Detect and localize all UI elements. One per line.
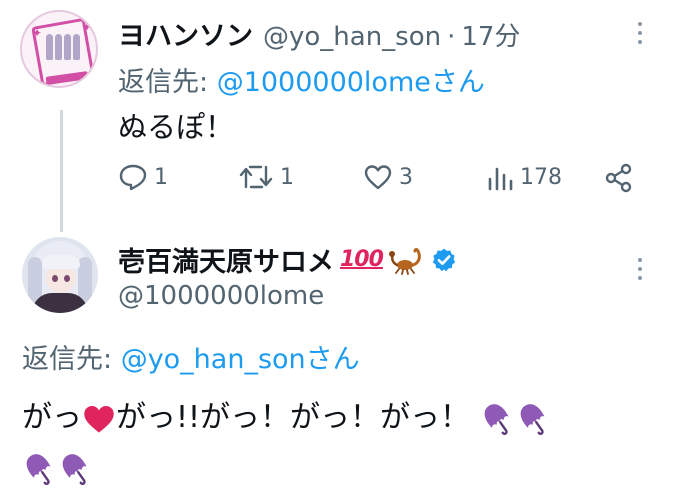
display-name[interactable]: ヨハンソン bbox=[118, 14, 253, 53]
views-count: 178 bbox=[520, 164, 562, 190]
avatar[interactable]: ✦ ✦ bbox=[20, 10, 98, 88]
avatar[interactable] bbox=[22, 237, 98, 313]
tweet-text-part: がっ!!がっ！がっ！がっ！ bbox=[116, 400, 471, 435]
retweet-count: 1 bbox=[280, 164, 294, 190]
share-icon bbox=[605, 163, 632, 193]
tweet-text: ぬるぽ！ bbox=[118, 110, 235, 144]
avatar-figure bbox=[73, 34, 80, 60]
reply-to-label: 返信先: bbox=[118, 67, 217, 98]
sparkle-icon: ✦ bbox=[82, 20, 93, 34]
thread-connector-line bbox=[60, 110, 63, 232]
like-button[interactable]: 3 bbox=[363, 163, 413, 191]
retweet-icon bbox=[239, 165, 273, 189]
retweet-button[interactable]: 1 bbox=[238, 163, 294, 191]
hundred-points-emoji: 100 bbox=[340, 247, 384, 272]
reply-button[interactable]: 1 bbox=[118, 163, 168, 191]
more-options-icon[interactable] bbox=[635, 258, 645, 280]
reply-count: 1 bbox=[154, 164, 168, 190]
avatar-body bbox=[32, 293, 88, 313]
scorpion-emoji bbox=[388, 247, 421, 275]
user-handle[interactable]: @yo_han_son bbox=[263, 22, 441, 52]
more-options-icon[interactable] bbox=[635, 22, 645, 44]
tweet-text-part: がっ bbox=[22, 400, 82, 435]
avatar-figure bbox=[64, 34, 71, 60]
reply-mention-link[interactable]: @yo_han_sonさん bbox=[121, 344, 360, 375]
tweet-actions: 1 1 3 178 bbox=[118, 163, 638, 199]
umbrella-emoji bbox=[520, 403, 545, 435]
umbrella-emoji bbox=[62, 453, 87, 485]
reply-to-line: 返信先: @1000000lomeさん bbox=[118, 60, 485, 99]
umbrella-emoji bbox=[26, 453, 51, 485]
display-name[interactable]: 壱百満天原サロメ bbox=[118, 240, 334, 279]
avatar-eye bbox=[52, 275, 58, 282]
sparkle-icon: ✦ bbox=[32, 26, 43, 40]
separator-dot: · bbox=[447, 22, 456, 52]
share-button[interactable] bbox=[604, 163, 634, 193]
umbrella-emoji bbox=[484, 403, 509, 435]
heart-icon bbox=[364, 165, 392, 190]
tweet-text: がっ がっ!!がっ！がっ！がっ！ bbox=[22, 393, 662, 493]
avatar-figure bbox=[46, 34, 53, 60]
views-button[interactable]: 178 bbox=[486, 163, 562, 191]
reply-mention-link[interactable]: @1000000lomeさん bbox=[217, 67, 485, 98]
reply-to-label: 返信先: bbox=[22, 344, 121, 375]
avatar-figure bbox=[55, 34, 62, 60]
like-count: 3 bbox=[399, 164, 413, 190]
user-handle[interactable]: @1000000lome bbox=[118, 281, 324, 311]
avatar-eye bbox=[64, 275, 70, 282]
reply-to-line: 返信先: @yo_han_sonさん bbox=[22, 337, 360, 376]
reply-icon bbox=[119, 164, 147, 191]
timestamp[interactable]: 17分 bbox=[461, 16, 520, 53]
verified-badge-icon bbox=[432, 248, 456, 271]
tweet-header: 壱百満天原サロメ 100 bbox=[118, 240, 457, 279]
tweet-header: ヨハンソン @yo_han_son · 17分 bbox=[118, 14, 520, 53]
avatar-fringe bbox=[42, 255, 80, 269]
analytics-bars-icon bbox=[488, 167, 513, 191]
heart-emoji bbox=[84, 405, 114, 433]
